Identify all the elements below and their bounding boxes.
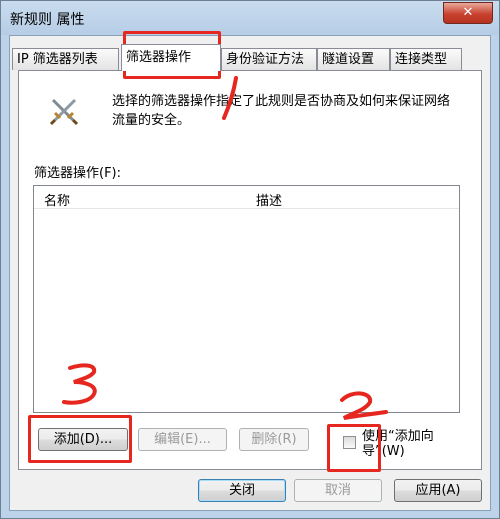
tab-filter-action[interactable]: 筛选器操作 — [121, 44, 221, 71]
annotation-mark-2 — [340, 391, 388, 420]
annotation-mark-3 — [62, 363, 97, 405]
annotation-mark-1 — [222, 76, 238, 120]
tab-label: 筛选器操作 — [126, 50, 192, 65]
annotation-marks — [62, 76, 388, 420]
